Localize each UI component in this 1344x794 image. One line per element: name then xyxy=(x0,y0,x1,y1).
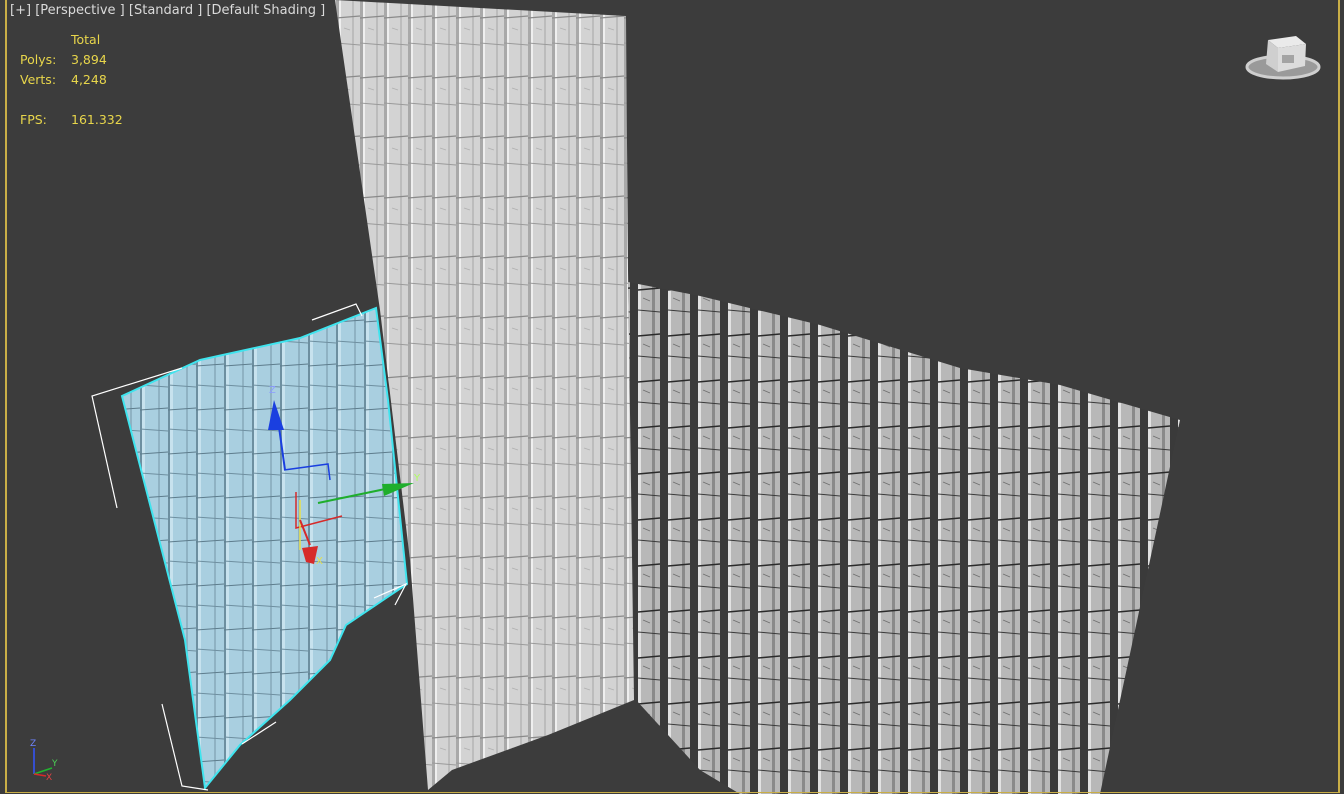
stats-total-header: Total xyxy=(71,32,101,47)
viewcube-icon[interactable] xyxy=(1245,36,1321,80)
scene-canvas[interactable]: Z Y X Z Y X xyxy=(0,0,1344,794)
gizmo-x-label: X xyxy=(316,556,323,567)
viewport-label-menu: [+] [Perspective ] [Standard ] [Default … xyxy=(10,3,325,18)
perspective-viewport[interactable]: Z Y X Z Y X [+] [Perspective ] [Standard… xyxy=(0,0,1344,794)
axis-tripod-icon xyxy=(33,748,53,777)
viewport-preset-menu[interactable]: [Standard ] xyxy=(129,3,202,18)
viewport-shading-menu[interactable]: [Default Shading ] xyxy=(206,3,325,18)
tripod-x-label: X xyxy=(46,773,52,783)
shaded-rock-wall-mesh[interactable] xyxy=(628,282,1180,794)
viewport-view-menu[interactable]: [Perspective ] xyxy=(35,3,125,18)
fps-value: 161.332 xyxy=(71,112,123,127)
polys-value: 3,894 xyxy=(71,52,107,67)
tripod-z-label: Z xyxy=(30,739,36,749)
verts-label: Verts: xyxy=(20,72,57,87)
viewport-general-menu[interactable]: [+] xyxy=(10,3,31,18)
fps-label: FPS: xyxy=(20,112,47,127)
gizmo-y-label: Y xyxy=(413,473,421,484)
gizmo-z-label: Z xyxy=(269,385,276,396)
tripod-y-label: Y xyxy=(51,759,58,769)
verts-value: 4,248 xyxy=(71,72,107,87)
polys-label: Polys: xyxy=(20,52,57,67)
